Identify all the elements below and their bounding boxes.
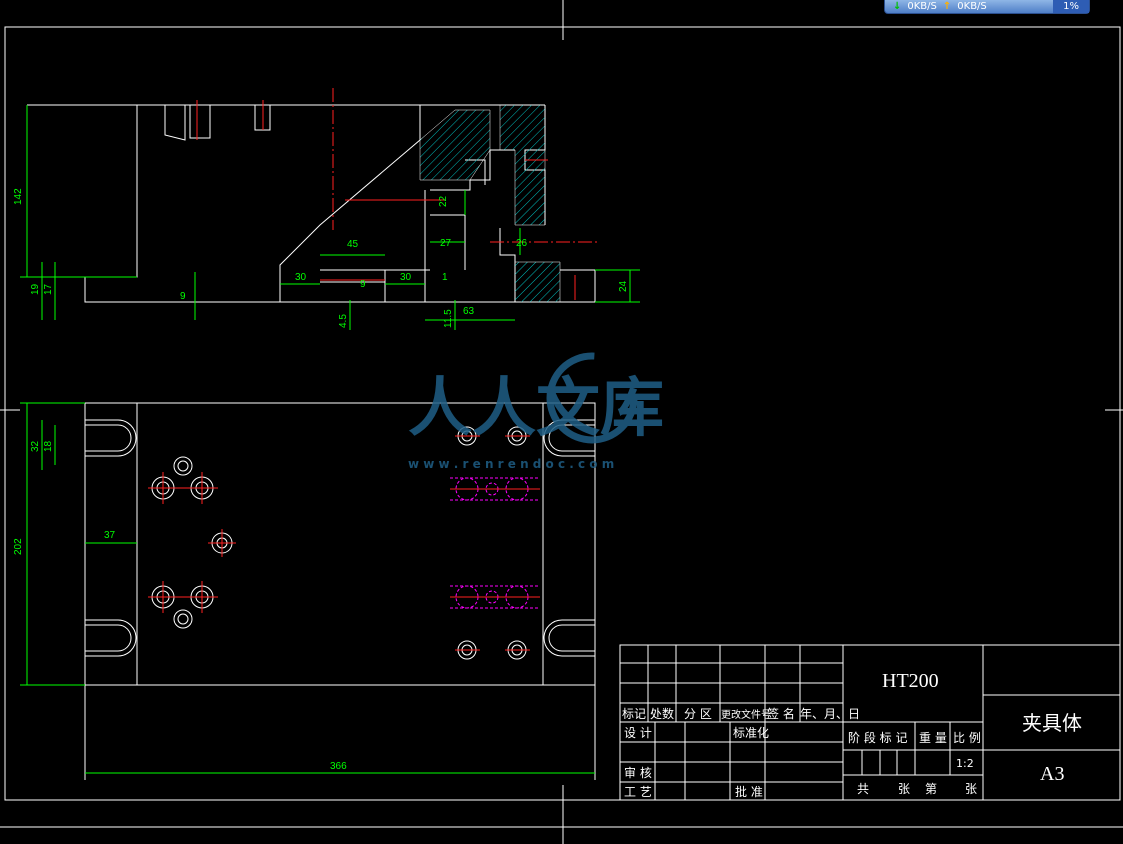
dim-30-right: 30 [400, 272, 412, 283]
header-count: 处数 [650, 706, 674, 721]
dim-4-5: 4.5 [338, 314, 349, 328]
dim-30-left: 30 [295, 272, 307, 283]
part-name: 夹具体 [1022, 712, 1082, 735]
dim-9-left: 9 [180, 291, 186, 302]
watermark: 人人文库 w w w . r e n r e n d o c . c o m [408, 352, 664, 471]
ratio-label: 比 例 [953, 731, 981, 745]
header-date: 年、月、日 [800, 707, 860, 721]
review-label: 审 核 [624, 765, 652, 780]
dim-45: 45 [347, 239, 359, 250]
stage-mark-label: 阶 段 标 记 [848, 730, 907, 745]
dim-63: 63 [463, 306, 475, 317]
dim-27: 27 [440, 238, 452, 249]
dim-202: 202 [13, 538, 24, 555]
dim-17: 17 [43, 283, 54, 295]
dim-22: 22 [438, 195, 449, 207]
process-label: 工 艺 [624, 785, 652, 799]
total-label: 共 [857, 782, 869, 796]
dim-1: 1 [442, 272, 448, 283]
header-mark: 标记 [622, 707, 646, 721]
cad-drawing-canvas[interactable]: 142 19 17 9 30 45 9 30 1 22 27 26 24 4.5… [0, 0, 1123, 844]
dim-37: 37 [104, 530, 116, 541]
plan-view-hidden-holes [450, 477, 540, 609]
plan-view-dimensions: 32 18 202 37 366 [13, 440, 347, 772]
standardize-label: 标准化 [733, 726, 769, 740]
dim-18: 18 [43, 440, 54, 452]
sheets-label: 张 [898, 782, 910, 796]
sheet-no-label: 第 [925, 782, 937, 796]
sheet-size: A3 [1040, 763, 1064, 785]
header-change-doc: 更改文件号 [721, 708, 771, 721]
watermark-brand: 人人文库 [408, 372, 664, 446]
dim-142: 142 [13, 188, 24, 205]
header-signature: 签 名 [767, 706, 795, 721]
design-label: 设 计 [624, 726, 652, 740]
dim-32: 32 [30, 440, 41, 452]
sheets-label-2: 张 [965, 782, 977, 796]
approve-label: 批 准 [735, 784, 763, 799]
dim-19: 19 [30, 283, 41, 295]
weight-label: 重 量 [919, 731, 947, 745]
material-label: HT200 [882, 670, 939, 692]
scale-value: 1:2 [956, 757, 974, 770]
title-block-text: HT200 夹具体 A3 1:2 标记 处数 分 区 更改文件号 签 名 年、月… [622, 670, 1082, 799]
dim-11-5: 11.5 [443, 309, 454, 328]
dim-9-mid: 9 [360, 279, 366, 290]
dim-26: 26 [516, 238, 528, 249]
watermark-url: w w w . r e n r e n d o c . c o m [408, 457, 614, 471]
dim-24: 24 [618, 280, 629, 292]
header-zone: 分 区 [684, 707, 712, 721]
dim-366: 366 [330, 761, 347, 772]
